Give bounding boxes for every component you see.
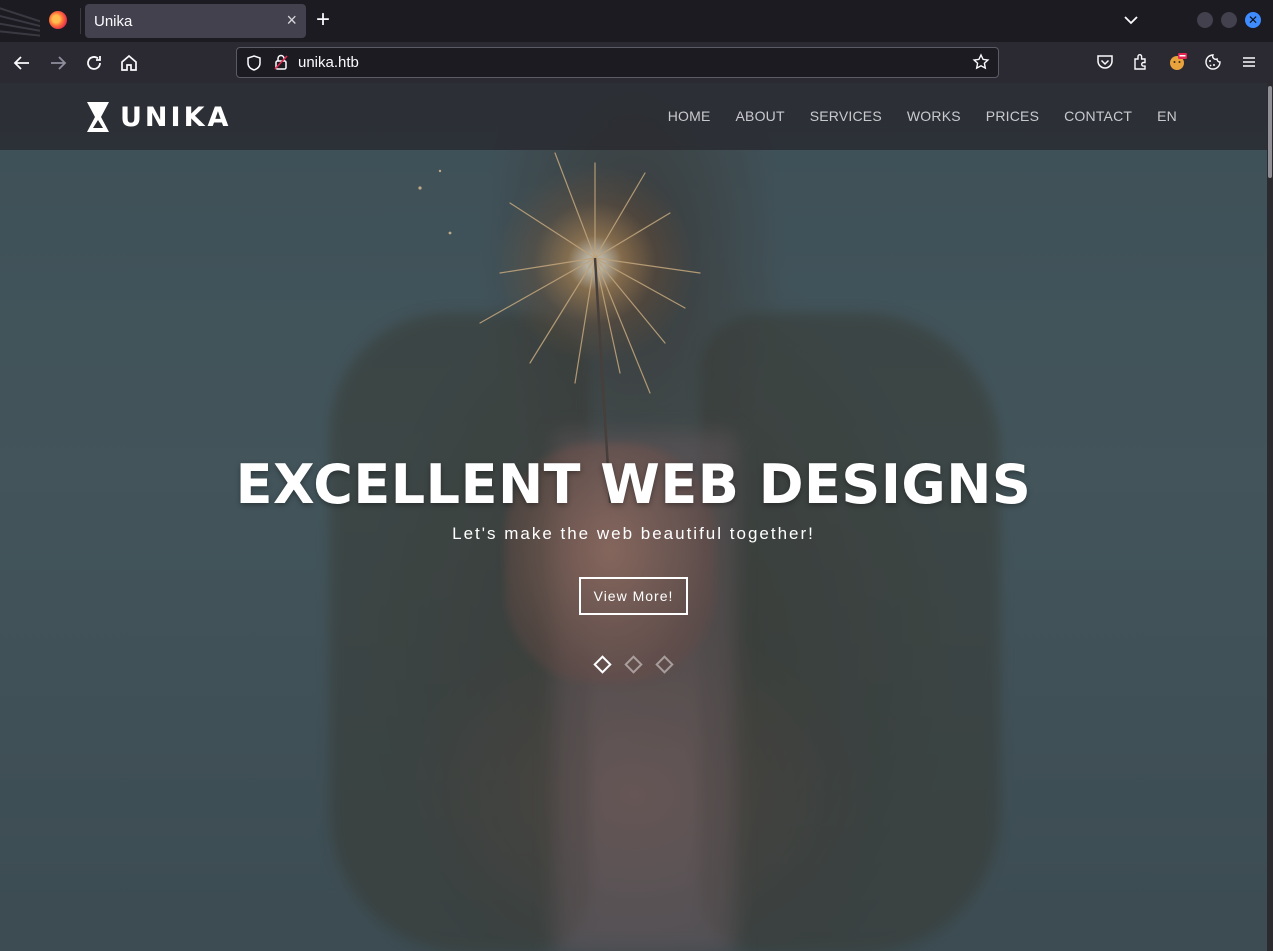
tab-separator	[80, 8, 81, 34]
hero-subtitle: Let's make the web beautiful together!	[452, 524, 815, 543]
slider-dot[interactable]	[655, 655, 675, 674]
site-logo[interactable]: UNIKA	[86, 101, 231, 133]
slider-pagination	[0, 655, 1267, 676]
hourglass-logo-icon	[87, 102, 109, 132]
menu-icon[interactable]	[1239, 52, 1259, 72]
back-icon[interactable]	[10, 51, 34, 75]
tab-close-icon[interactable]: ×	[286, 10, 297, 30]
hero-content: EXCELLENT WEB DESIGNS Let's make the web…	[0, 453, 1267, 615]
slider-dot[interactable]	[624, 655, 643, 674]
pocket-icon[interactable]	[1095, 52, 1115, 72]
nav-link-contact[interactable]: CONTACT	[1064, 108, 1132, 124]
profile-extension-icon[interactable]	[1167, 52, 1187, 72]
star-icon[interactable]	[972, 53, 990, 71]
titlebar-decoration	[0, 0, 40, 42]
reload-icon[interactable]	[82, 51, 106, 75]
nav-link-services[interactable]: SERVICES	[810, 108, 882, 124]
minimize-window-button[interactable]	[1197, 12, 1213, 28]
home-icon[interactable]	[117, 51, 141, 75]
view-more-button[interactable]: View More!	[578, 577, 689, 615]
nav-language-switcher[interactable]: EN	[1157, 108, 1177, 124]
page-scrollbar[interactable]	[1267, 83, 1273, 951]
site-navigation: HOME ABOUT SERVICES WORKS PRICES CONTACT…	[668, 108, 1177, 124]
browser-tab-strip: Unika × + ✕	[0, 0, 1273, 42]
nav-link-home[interactable]: HOME	[668, 108, 711, 124]
maximize-window-button[interactable]	[1221, 12, 1237, 28]
close-window-button[interactable]: ✕	[1245, 12, 1261, 28]
site-header: UNIKA HOME ABOUT SERVICES WORKS PRICES C…	[0, 83, 1267, 150]
nav-link-prices[interactable]: PRICES	[986, 108, 1039, 124]
nav-link-works[interactable]: WORKS	[907, 108, 961, 124]
hero-title: EXCELLENT WEB DESIGNS	[235, 453, 1032, 516]
firefox-logo-icon[interactable]	[49, 11, 67, 29]
shield-icon[interactable]	[245, 54, 263, 72]
slider-dot[interactable]	[592, 655, 612, 674]
cookie-icon[interactable]	[1203, 52, 1223, 72]
lock-icon[interactable]	[273, 53, 289, 71]
logo-text: UNIKA	[120, 101, 232, 133]
url-text: unika.htb	[298, 54, 359, 71]
new-tab-button[interactable]: +	[316, 6, 330, 34]
tab-title: Unika	[94, 13, 133, 30]
extensions-icon[interactable]	[1131, 52, 1151, 72]
browser-toolbar: unika.htb	[0, 42, 1273, 83]
scrollbar-thumb[interactable]	[1268, 86, 1272, 178]
forward-icon[interactable]	[46, 51, 70, 75]
nav-link-about[interactable]: ABOUT	[736, 108, 785, 124]
page-viewport: UNIKA HOME ABOUT SERVICES WORKS PRICES C…	[0, 83, 1273, 951]
list-all-tabs-icon[interactable]	[1122, 12, 1140, 28]
address-bar[interactable]: unika.htb	[236, 47, 999, 78]
browser-tab-active[interactable]: Unika ×	[85, 4, 306, 38]
